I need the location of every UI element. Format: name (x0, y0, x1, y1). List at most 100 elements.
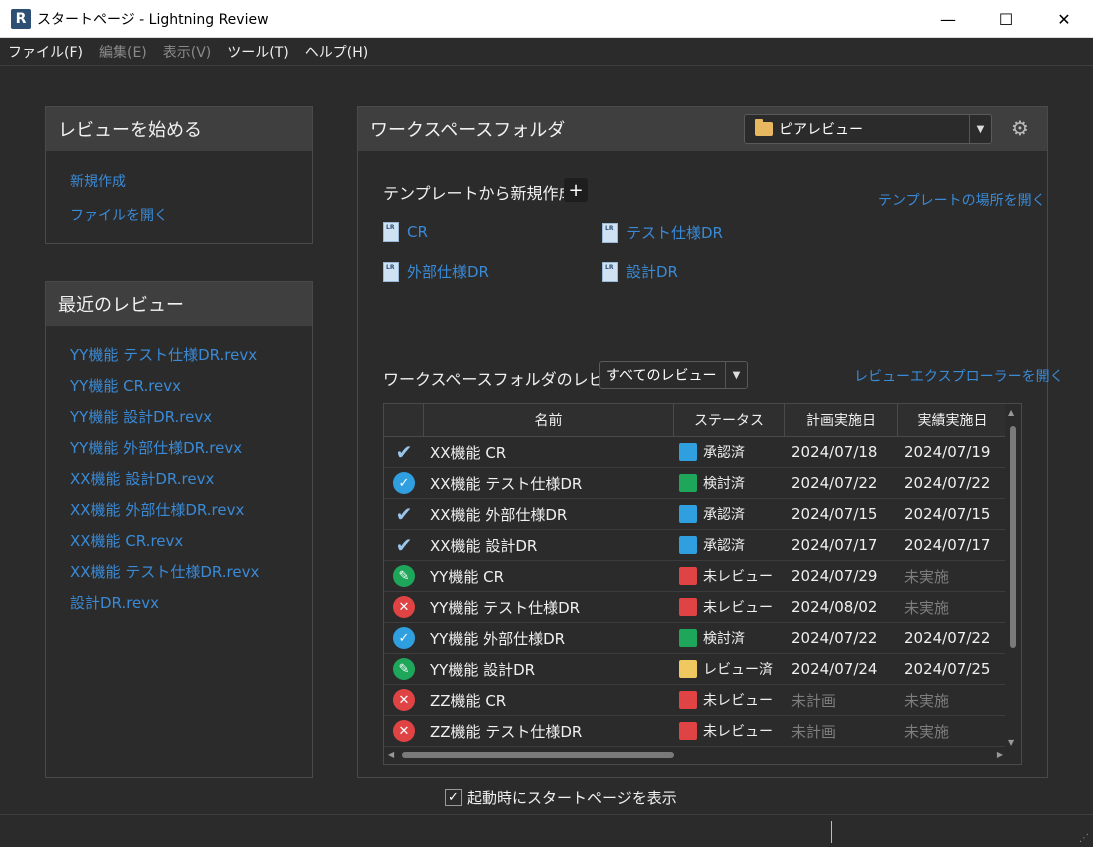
status-color-swatch (679, 474, 697, 492)
vertical-scrollbar[interactable]: ▲ ▼ (1005, 404, 1021, 749)
gear-icon[interactable]: ⚙ (1008, 116, 1032, 140)
open-template-location-link[interactable]: テンプレートの場所を開く (878, 190, 1046, 210)
column-header-actual[interactable]: 実績実施日 (898, 404, 1008, 437)
show-on-startup-option[interactable]: ✓ 起動時にスタートページを表示 (445, 787, 677, 808)
review-file-icon (383, 222, 399, 242)
folder-icon (755, 119, 773, 136)
table-row[interactable]: ✔ XX機能 外部仕様DR 承認済 2024/07/15 2024/07/15 (384, 499, 1008, 530)
review-name: XX機能 CR (430, 443, 507, 462)
review-status: 承認済 (674, 437, 785, 467)
status-label: 承認済 (703, 445, 745, 461)
menu-help[interactable]: ヘルプ(H) (297, 42, 376, 62)
scroll-up-icon[interactable]: ▲ (1008, 408, 1014, 417)
status-icon-cell: ✓ (384, 623, 424, 653)
table-row[interactable]: ✕ YY機能 テスト仕様DR 未レビュー 2024/08/02 未実施 (384, 592, 1008, 623)
status-color-swatch (679, 629, 697, 647)
minimize-button[interactable]: — (919, 0, 977, 38)
menu-view[interactable]: 表示(V) (155, 42, 220, 62)
open-review-explorer-link[interactable]: レビューエクスプローラーを開く (854, 366, 1064, 386)
template-external-spec-dr[interactable]: 外部仕様DR (383, 261, 489, 282)
review-status: 未レビュー (674, 716, 785, 746)
add-template-button[interactable]: + (564, 178, 588, 202)
planned-date: 2024/07/15 (791, 505, 878, 523)
column-header-icon[interactable] (384, 404, 424, 437)
status-label: 未レビュー (703, 724, 773, 740)
review-name: YY機能 テスト仕様DR (430, 598, 581, 617)
template-design-dr[interactable]: 設計DR (602, 261, 678, 282)
workspace-folder-select[interactable]: ピアレビュー ▼ (744, 114, 992, 144)
menu-file[interactable]: ファイル(F) (0, 42, 91, 62)
menu-tools[interactable]: ツール(T) (219, 42, 296, 62)
recent-item[interactable]: XX機能 CR.revx (70, 526, 312, 557)
table-row[interactable]: ✓ XX機能 テスト仕様DR 検討済 2024/07/22 2024/07/22 (384, 468, 1008, 499)
chevron-down-icon: ▼ (725, 362, 747, 388)
recent-item[interactable]: 設計DR.revx (70, 588, 312, 619)
status-icon-cell: ✔ (384, 530, 424, 560)
template-label: 設計DR (626, 263, 678, 281)
status-label: 承認済 (703, 507, 745, 523)
new-review-link[interactable]: 新規作成 (70, 171, 312, 191)
review-name: YY機能 設計DR (430, 660, 536, 679)
review-filter-select[interactable]: すべてのレビュー ▼ (599, 361, 748, 389)
planned-date: 未計画 (791, 691, 837, 710)
open-file-link[interactable]: ファイルを開く (70, 205, 312, 225)
table-row[interactable]: ✕ ZZ機能 CR 未レビュー 未計画 未実施 (384, 685, 1008, 716)
maximize-button[interactable]: ☐ (977, 0, 1035, 38)
error-circle-icon: ✕ (393, 689, 415, 711)
template-cr[interactable]: CR (383, 222, 428, 242)
horizontal-scroll-thumb[interactable] (402, 752, 674, 758)
scroll-down-icon[interactable]: ▼ (1008, 738, 1014, 747)
menu-bar: ファイル(F) 編集(E) 表示(V) ツール(T) ヘルプ(H) (0, 38, 1093, 66)
review-status: 検討済 (674, 468, 785, 498)
status-icon-cell: ✕ (384, 716, 424, 746)
status-color-swatch (679, 722, 697, 740)
table-row[interactable]: ✓ YY機能 外部仕様DR 検討済 2024/07/22 2024/07/22 (384, 623, 1008, 654)
menu-edit[interactable]: 編集(E) (91, 42, 155, 62)
table-row[interactable]: ✎ YY機能 CR 未レビュー 2024/07/29 未実施 (384, 561, 1008, 592)
close-button[interactable]: ✕ (1035, 0, 1093, 38)
review-status: 未レビュー (674, 685, 785, 715)
scroll-right-icon[interactable]: ▶ (997, 750, 1003, 759)
review-status: 検討済 (674, 623, 785, 653)
template-label: 外部仕様DR (407, 263, 489, 281)
planned-date: 2024/07/22 (791, 474, 878, 492)
show-on-startup-checkbox[interactable]: ✓ (445, 789, 462, 806)
table-row[interactable]: ✕ ZZ機能 テスト仕様DR 未レビュー 未計画 未実施 (384, 716, 1008, 747)
reviewed-circle-icon: ✓ (393, 627, 415, 649)
status-label: レビュー済 (703, 662, 773, 678)
status-icon-cell: ✕ (384, 592, 424, 622)
recent-item[interactable]: YY機能 CR.revx (70, 371, 312, 402)
start-review-title: レビューを始める (46, 107, 312, 151)
recent-item[interactable]: YY機能 外部仕様DR.revx (70, 433, 312, 464)
review-name: ZZ機能 テスト仕様DR (430, 722, 583, 741)
recent-item[interactable]: XX機能 外部仕様DR.revx (70, 495, 312, 526)
actual-date: 2024/07/22 (904, 629, 991, 647)
error-circle-icon: ✕ (393, 596, 415, 618)
status-bar: ⋰ (0, 814, 1093, 847)
actual-date: 2024/07/25 (904, 660, 991, 678)
column-header-name[interactable]: 名前 (424, 404, 674, 437)
recent-reviews-title: 最近のレビュー (46, 282, 312, 326)
recent-item[interactable]: XX機能 テスト仕様DR.revx (70, 557, 312, 588)
recent-item[interactable]: YY機能 テスト仕様DR.revx (70, 340, 312, 371)
review-file-icon (602, 222, 618, 243)
column-header-planned[interactable]: 計画実施日 (785, 404, 898, 437)
app-icon: R (11, 8, 31, 29)
reviewed-circle-icon: ✓ (393, 472, 415, 494)
table-row[interactable]: ✔ XX機能 設計DR 承認済 2024/07/17 2024/07/17 (384, 530, 1008, 561)
recent-item[interactable]: YY機能 設計DR.revx (70, 402, 312, 433)
status-label: 検討済 (703, 476, 745, 492)
table-row[interactable]: ✔ XX機能 CR 承認済 2024/07/18 2024/07/19 (384, 437, 1008, 468)
horizontal-scrollbar[interactable]: ◀ ▶ (384, 747, 1007, 764)
review-status: レビュー済 (674, 654, 785, 684)
status-color-swatch (679, 505, 697, 523)
column-header-status[interactable]: ステータス (674, 404, 785, 437)
table-row[interactable]: ✎ YY機能 設計DR レビュー済 2024/07/24 2024/07/25 (384, 654, 1008, 685)
table-body: ✔ XX機能 CR 承認済 2024/07/18 2024/07/19 ✓ XX機能 テスト… (384, 437, 1008, 747)
template-test-spec-dr[interactable]: テスト仕様DR (602, 222, 723, 243)
recent-item[interactable]: XX機能 設計DR.revx (70, 464, 312, 495)
resize-grip-icon[interactable]: ⋰ (1079, 833, 1089, 844)
scroll-left-icon[interactable]: ◀ (388, 750, 394, 759)
workspace-title-text: ワークスペースフォルダ (370, 120, 566, 141)
vertical-scroll-thumb[interactable] (1010, 426, 1016, 648)
